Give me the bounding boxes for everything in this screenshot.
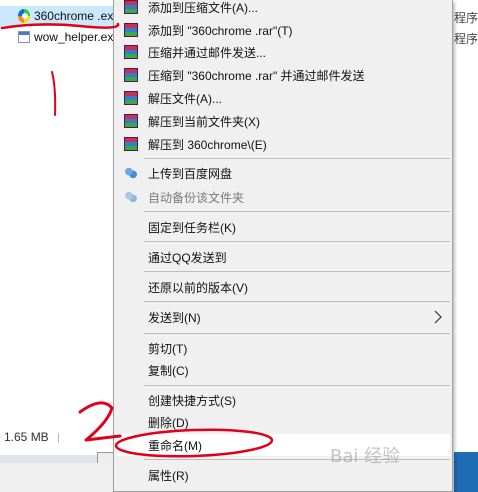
menu-item-label: 自动备份该文件夹 [148, 190, 245, 205]
menu-item-label: 创建快捷方式(S) [148, 393, 236, 408]
menu-item-label: 剪切(T) [148, 341, 188, 356]
menu-item-label: 重命名(M) [148, 438, 202, 453]
menu-separator [144, 459, 450, 460]
baidu-netdisk-icon [124, 166, 138, 180]
file-item-wow-helper[interactable]: wow_helper.exe [0, 27, 120, 47]
menu-separator [144, 158, 450, 159]
menu-item-create-shortcut[interactable]: 创建快捷方式(S) [116, 389, 450, 411]
taskbar-accent [454, 452, 478, 492]
menu-item-add-to-archive[interactable]: 添加到压缩文件(A)... [116, 0, 450, 18]
winrar-icon [124, 137, 138, 151]
menu-item-label: 添加到压缩文件(A)... [148, 0, 258, 15]
menu-item-label: 复制(C) [148, 363, 189, 378]
menu-item-label: 压缩到 "360chrome .rar" 并通过邮件发送 [148, 68, 365, 83]
winrar-icon [124, 45, 138, 59]
menu-item-extract-here[interactable]: 解压到当前文件夹(X) [116, 110, 450, 132]
menu-item-restore-versions[interactable]: 还原以前的版本(V) [116, 276, 450, 298]
menu-item-compress-rar-email[interactable]: 压缩到 "360chrome .rar" 并通过邮件发送 [116, 64, 450, 86]
menu-item-label: 解压文件(A)... [148, 91, 222, 106]
menu-item-label: 压缩并通过邮件发送... [148, 45, 267, 60]
menu-item-cut[interactable]: 剪切(T) [116, 337, 450, 359]
menu-item-label: 删除(D) [148, 415, 189, 430]
menu-item-send-to[interactable]: 发送到(N) [116, 306, 450, 328]
menu-separator [144, 301, 450, 302]
winrar-icon [124, 114, 138, 128]
menu-item-label: 通过QQ发送到 [148, 250, 227, 265]
winrar-icon [124, 23, 138, 37]
menu-separator [144, 241, 450, 242]
menu-item-add-to-rar[interactable]: 添加到 "360chrome .rar"(T) [116, 19, 450, 41]
menu-item-label: 解压到当前文件夹(X) [148, 114, 260, 129]
menu-item-copy[interactable]: 复制(C) [116, 359, 450, 381]
file-type: 程序 [454, 32, 478, 46]
file-item-360chrome[interactable]: 360chrome .exe [0, 6, 120, 26]
menu-separator [144, 385, 450, 386]
menu-separator [144, 271, 450, 272]
file-type: 程序 [454, 11, 478, 25]
menu-item-label: 属性(R) [148, 468, 189, 483]
menu-item-extract-to-folder[interactable]: 解压到 360chrome\(E) [116, 133, 450, 155]
winrar-icon [124, 0, 138, 14]
chevron-right-icon [434, 310, 442, 324]
menu-separator [144, 333, 450, 334]
context-menu: 添加到压缩文件(A)... 添加到 "360chrome .rar"(T) 压缩… [113, 0, 453, 492]
status-divider [58, 433, 59, 443]
status-file-size: 1.65 MB [4, 430, 49, 444]
menu-item-label: 固定到任务栏(K) [148, 220, 236, 235]
menu-item-label: 发送到(N) [148, 310, 201, 325]
file-name: 360chrome .exe [33, 9, 120, 23]
menu-item-delete[interactable]: 删除(D) [116, 411, 450, 433]
menu-item-label: 添加到 "360chrome .rar"(T) [148, 23, 293, 38]
menu-item-send-qq[interactable]: 通过QQ发送到 [116, 246, 450, 268]
exe-icon [18, 31, 30, 43]
menu-item-label: 上传到百度网盘 [148, 166, 233, 181]
winrar-icon [124, 68, 138, 82]
menu-item-extract-files[interactable]: 解压文件(A)... [116, 87, 450, 109]
menu-item-label: 还原以前的版本(V) [148, 280, 248, 295]
menu-separator [144, 211, 450, 212]
file-name: wow_helper.exe [33, 30, 120, 44]
winrar-icon [124, 91, 138, 105]
baidu-netdisk-icon [124, 190, 138, 204]
menu-item-label: 解压到 360chrome\(E) [148, 137, 267, 152]
menu-item-auto-backup: 自动备份该文件夹 [116, 186, 450, 208]
chrome-icon [18, 9, 30, 23]
menu-item-pin-taskbar[interactable]: 固定到任务栏(K) [116, 216, 450, 238]
watermark: Bai 经验 [330, 446, 401, 467]
menu-item-upload-baidu[interactable]: 上传到百度网盘 [116, 162, 450, 184]
menu-item-compress-email[interactable]: 压缩并通过邮件发送... [116, 41, 450, 63]
